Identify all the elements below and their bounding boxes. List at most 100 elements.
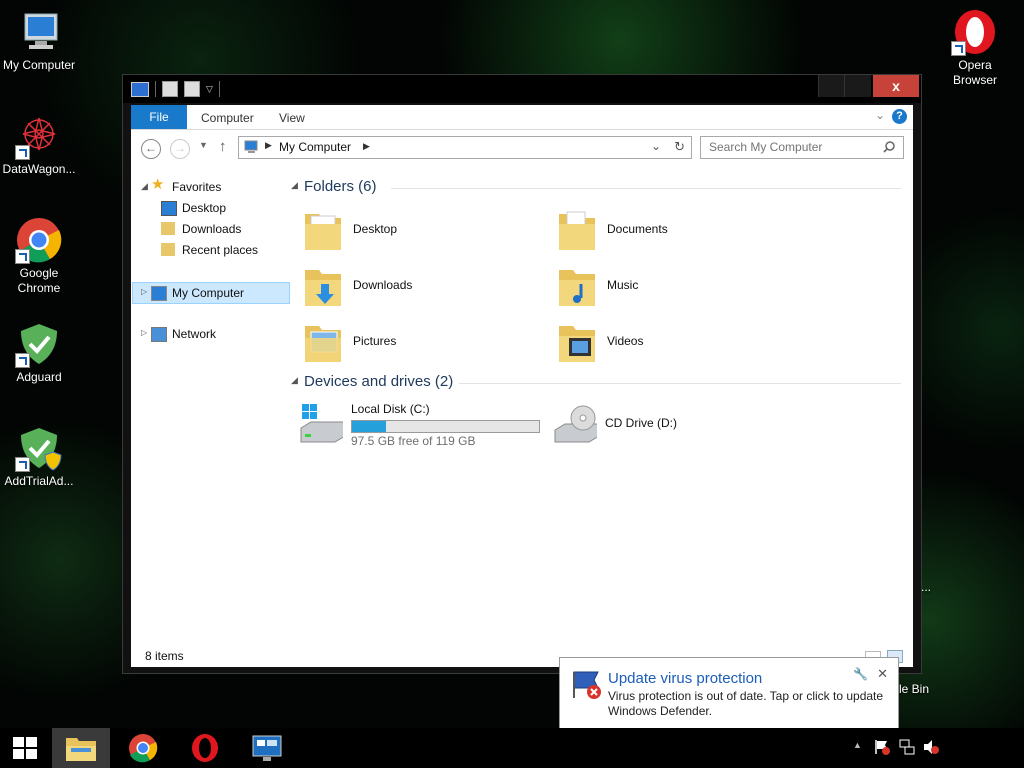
star-icon: ★ (151, 176, 165, 193)
new-folder-icon[interactable] (184, 81, 200, 97)
breadcrumb-arrow-icon[interactable]: ▶ (363, 141, 370, 152)
desktop-icon-label: AddTrialAd... (4, 474, 74, 488)
expanded-arrow-icon[interactable]: ◢ (141, 176, 148, 196)
refresh-icon[interactable]: ↻ (674, 139, 685, 155)
taskbar-chrome[interactable] (114, 728, 172, 768)
folder-downloads[interactable]: Downloads (301, 262, 541, 312)
item-count: 8 items (145, 649, 184, 663)
folder-label: Desktop (353, 222, 398, 236)
nav-label: My Computer (172, 286, 245, 300)
folder-pictures[interactable]: Pictures (301, 318, 541, 368)
taskbar-remote-desktop[interactable] (238, 728, 296, 768)
tab-computer[interactable]: Computer (201, 105, 254, 129)
shortcut-arrow-icon (15, 457, 30, 472)
desktop-icon-my-computer[interactable]: My Computer (0, 8, 78, 73)
computer-small-icon (131, 81, 149, 97)
maximize-button[interactable] (844, 75, 871, 97)
forward-button[interactable]: → (170, 139, 190, 159)
action-center-flag-icon[interactable] (873, 738, 891, 756)
nav-recent-places[interactable]: Recent places (131, 240, 287, 260)
folders-group-header[interactable]: Folders (6) (304, 178, 377, 195)
collapse-group-icon[interactable]: ◢ (291, 180, 298, 191)
recent-places-icon (161, 243, 175, 256)
tab-file[interactable]: File (131, 105, 187, 129)
search-input[interactable] (709, 140, 879, 154)
adguard-shield-icon (15, 320, 63, 368)
chrome-icon (15, 216, 63, 264)
desktop-icon-addtrialad[interactable]: AddTrialAd... (0, 424, 78, 489)
desktop-icon-datawagon[interactable]: DataWagon... (0, 112, 78, 177)
search-box[interactable] (700, 136, 904, 159)
nav-favorites[interactable]: ◢ ★ Favorites (131, 176, 287, 197)
notification-toast[interactable]: Update virus protection Virus protection… (559, 657, 899, 729)
shortcut-arrow-icon (15, 353, 30, 368)
expand-ribbon-icon[interactable]: ⌄ (875, 108, 885, 122)
collapse-group-icon[interactable]: ◢ (291, 375, 298, 386)
folder-label: Documents (607, 222, 668, 236)
nav-my-computer[interactable]: ▷ My Computer (132, 282, 290, 304)
shortcut-arrow-icon (951, 41, 966, 56)
chevron-down-icon[interactable]: ▽ (206, 84, 213, 95)
folder-videos[interactable]: Videos (555, 318, 795, 368)
breadcrumb-arrow-icon[interactable]: ▶ (265, 140, 272, 151)
folder-desktop[interactable]: Desktop (301, 206, 541, 256)
adguard-trial-icon (15, 424, 63, 472)
desktop-icon (161, 201, 177, 216)
content-pane: ◢ Folders (6) Desktop Documents Download… (291, 168, 913, 638)
back-button[interactable]: ← (141, 139, 161, 159)
breadcrumb-my-computer[interactable]: My Computer (279, 140, 351, 154)
tab-view[interactable]: View (279, 105, 305, 129)
minimize-button[interactable] (818, 75, 845, 97)
show-hidden-icons-chevron-icon[interactable]: ▲ (853, 740, 862, 750)
devices-group-header[interactable]: Devices and drives (2) (304, 373, 453, 390)
volume-muted-icon[interactable] (922, 738, 940, 756)
folder-desktop-icon (305, 214, 341, 250)
drive-cd-d[interactable]: CD Drive (D:) (553, 400, 793, 450)
folder-documents[interactable]: Documents (555, 206, 795, 256)
drive-local-disk-c[interactable]: Local Disk (C:) 97.5 GB free of 119 GB (299, 400, 540, 450)
close-icon[interactable]: ✕ (877, 666, 888, 682)
close-button[interactable]: x (873, 75, 919, 97)
address-dropdown-icon[interactable]: ⌄ (651, 139, 661, 153)
search-icon (883, 141, 895, 153)
quick-access-toolbar: ▽ (131, 81, 220, 97)
desktop-icon-opera-browser[interactable]: Opera Browser (936, 8, 1014, 88)
taskbar: ▲ (0, 728, 1024, 768)
notification-title: Update virus protection (608, 670, 763, 687)
drive-usage-bar (351, 420, 540, 433)
collapsed-arrow-icon[interactable]: ▷ (141, 323, 147, 343)
help-icon[interactable]: ? (892, 109, 907, 124)
settings-wrench-icon[interactable]: 🔧 (853, 667, 868, 681)
start-button[interactable] (0, 728, 50, 768)
drive-name: Local Disk (C:) (351, 402, 430, 416)
folder-label: Music (607, 278, 639, 292)
explorer-window: ▽ x File Computer View ⌄ ? ← → ▼ ↑ ▶ My … (122, 74, 922, 674)
nav-network[interactable]: ▷ Network (131, 324, 287, 344)
drive-name: CD Drive (D:) (605, 416, 677, 430)
address-bar[interactable]: ▶ My Computer ▶ ⌄ ↻ (238, 136, 692, 159)
recycle-bin-partial-label[interactable]: le Bin (899, 682, 929, 696)
taskbar-file-explorer[interactable] (52, 728, 110, 768)
ribbon: File Computer View ⌄ ? (131, 105, 913, 130)
chrome-icon (129, 734, 158, 763)
computer-small-icon (244, 140, 258, 153)
file-explorer-icon (66, 738, 96, 761)
desktop-icon-google-chrome[interactable]: Google Chrome (0, 216, 78, 296)
nav-desktop[interactable]: Desktop (131, 198, 287, 218)
folder-music[interactable]: Music (555, 262, 795, 312)
network-icon[interactable] (898, 738, 916, 756)
title-bar[interactable]: ▽ x (123, 75, 921, 103)
recent-locations-chevron-icon[interactable]: ▼ (199, 140, 208, 150)
drive-usage-fill (352, 421, 386, 432)
taskbar-opera[interactable] (176, 728, 234, 768)
up-arrow-icon[interactable]: ↑ (219, 138, 227, 155)
nav-label: Downloads (182, 222, 242, 236)
folder-label: Videos (607, 334, 644, 348)
desktop-icon-adguard[interactable]: Adguard (0, 320, 78, 385)
computer-small-icon (151, 286, 167, 301)
folder-music-icon (559, 270, 595, 306)
folder-documents-icon (559, 211, 595, 250)
nav-downloads[interactable]: Downloads (131, 219, 287, 239)
collapsed-arrow-icon[interactable]: ▷ (141, 282, 147, 302)
properties-icon[interactable] (162, 81, 178, 97)
